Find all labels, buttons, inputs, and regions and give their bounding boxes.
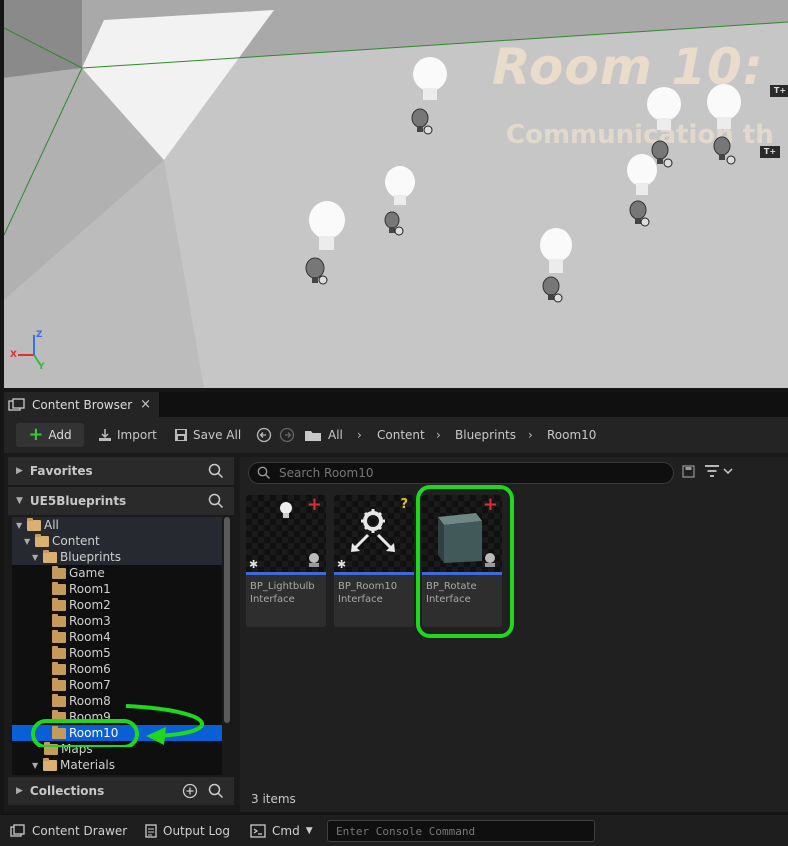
add-label: Add [48, 428, 72, 442]
collapsed-caret-icon: ▶ [16, 786, 23, 796]
cmd-label: Cmd [272, 824, 300, 838]
new-asset-badge: + [306, 495, 322, 515]
asset-name: BP_Room10 Interface [338, 581, 398, 605]
output-log-button[interactable]: Output Log [145, 815, 230, 846]
breadcrumb-room10[interactable]: Room10 [547, 423, 596, 447]
asset-view: Search Room10 + ✱ BP_Lightbulb Interface [240, 457, 788, 812]
unknown-status-badge: ? [400, 497, 408, 512]
breadcrumb-separator-icon: › [357, 428, 362, 442]
text-render-icon[interactable]: T+ [770, 85, 788, 97]
gear-arrows-icon [351, 509, 395, 552]
lightbulb-actor-icon[interactable] [704, 82, 750, 170]
breadcrumb-all[interactable]: All [328, 423, 343, 447]
highlight-circle [416, 485, 514, 638]
console-placeholder: Enter Console Command [336, 824, 476, 838]
item-count: 3 items [251, 792, 296, 806]
axis-x-label: X [10, 350, 17, 360]
save-icon [175, 429, 187, 441]
lightbulb-actor-icon[interactable] [408, 56, 454, 140]
cmd-dropdown[interactable]: Cmd ▼ [250, 815, 313, 846]
filter-dropdown-icon[interactable] [704, 463, 736, 481]
asset-search-input[interactable]: Search Room10 [248, 462, 674, 484]
breadcrumb-content[interactable]: Content [377, 423, 425, 447]
asset-thumbnail: ? ✱ [334, 495, 414, 572]
save-search-icon[interactable] [682, 465, 696, 479]
import-label: Import [117, 428, 157, 442]
tab-bar: Content Browser × [4, 392, 788, 417]
asset-thumbnail: + ✱ [246, 495, 326, 572]
add-collection-icon[interactable] [182, 783, 198, 799]
back-arrow-icon[interactable] [256, 427, 272, 443]
lightbulb-actor-icon[interactable] [300, 200, 350, 290]
search-icon[interactable] [208, 783, 224, 799]
forward-arrow-icon[interactable] [279, 427, 295, 443]
output-log-icon [145, 824, 157, 838]
tree-item-materials[interactable]: ▼ Materials [12, 757, 222, 773]
console-command-input[interactable]: Enter Console Command [327, 820, 595, 842]
axis-y-label: Y [38, 362, 45, 372]
asset-type-bar [246, 572, 326, 575]
content-drawer-label: Content Drawer [32, 824, 128, 838]
collections-section[interactable]: ▶ Collections [8, 777, 234, 805]
terminal-icon [250, 824, 266, 838]
content-browser-panel: Content Browser × + Add Import Save All [4, 392, 788, 812]
level-viewport[interactable]: Z X Y Room 10: Communication th T+ T+ [4, 0, 788, 388]
lightbulb-actor-icon[interactable] [536, 226, 580, 308]
import-button[interactable]: Import [98, 423, 157, 447]
import-icon [99, 429, 111, 441]
breadcrumb-separator-icon: › [436, 428, 441, 442]
breadcrumb-separator-icon: › [528, 428, 533, 442]
content-drawer-icon [10, 824, 25, 837]
asterisk-icon: ✱ [337, 558, 347, 571]
breadcrumb-blueprints[interactable]: Blueprints [455, 423, 516, 447]
asset-type-bar [334, 572, 414, 575]
text-render-icon[interactable]: T+ [760, 146, 780, 158]
save-all-label: Save All [193, 428, 242, 442]
tab-label: Content Browser [32, 397, 133, 412]
tree-label: Materials [60, 758, 116, 772]
status-bar: Content Drawer Output Log Cmd ▼ Enter Co… [0, 814, 788, 846]
search-icon [257, 466, 270, 479]
close-tab-icon[interactable]: × [140, 397, 151, 412]
search-placeholder: Search Room10 [279, 466, 374, 480]
annotation-arrow-overlay [31, 704, 204, 747]
axis-z-label: Z [36, 330, 43, 340]
content-drawer-button[interactable]: Content Drawer [10, 815, 127, 846]
folder-icon [305, 431, 321, 441]
save-all-button[interactable]: Save All [174, 423, 241, 447]
asterisk-icon: ✱ [249, 558, 259, 571]
sources-sidebar: ▶ Favorites ▼ UE5Blueprints ▼ All ▼ Cont… [8, 457, 234, 805]
chevron-down-icon: ▼ [305, 826, 313, 836]
content-browser-icon [8, 397, 25, 411]
add-button[interactable]: + Add [16, 423, 84, 447]
lightbulb-icon [280, 502, 292, 518]
asset-name: BP_Lightbulb Interface [250, 581, 315, 605]
lightbulb-actor-icon[interactable] [624, 152, 664, 230]
lightbulb-actor-icon[interactable] [380, 164, 420, 240]
plus-icon: + [28, 424, 44, 445]
folder-open-icon [43, 757, 57, 771]
asset-tile-bp-room10-interface[interactable]: ? ✱ BP_Room10 Interface [334, 495, 414, 627]
collections-label: Collections [29, 784, 105, 798]
asset-tile-bp-lightbulb-interface[interactable]: + ✱ BP_Lightbulb Interface [246, 495, 326, 627]
tab-content-browser[interactable]: Content Browser × [4, 392, 159, 417]
content-browser-toolbar: + Add Import Save All All › Content › Bl [4, 417, 788, 453]
interface-type-icon [309, 553, 319, 567]
output-log-label: Output Log [163, 824, 230, 838]
